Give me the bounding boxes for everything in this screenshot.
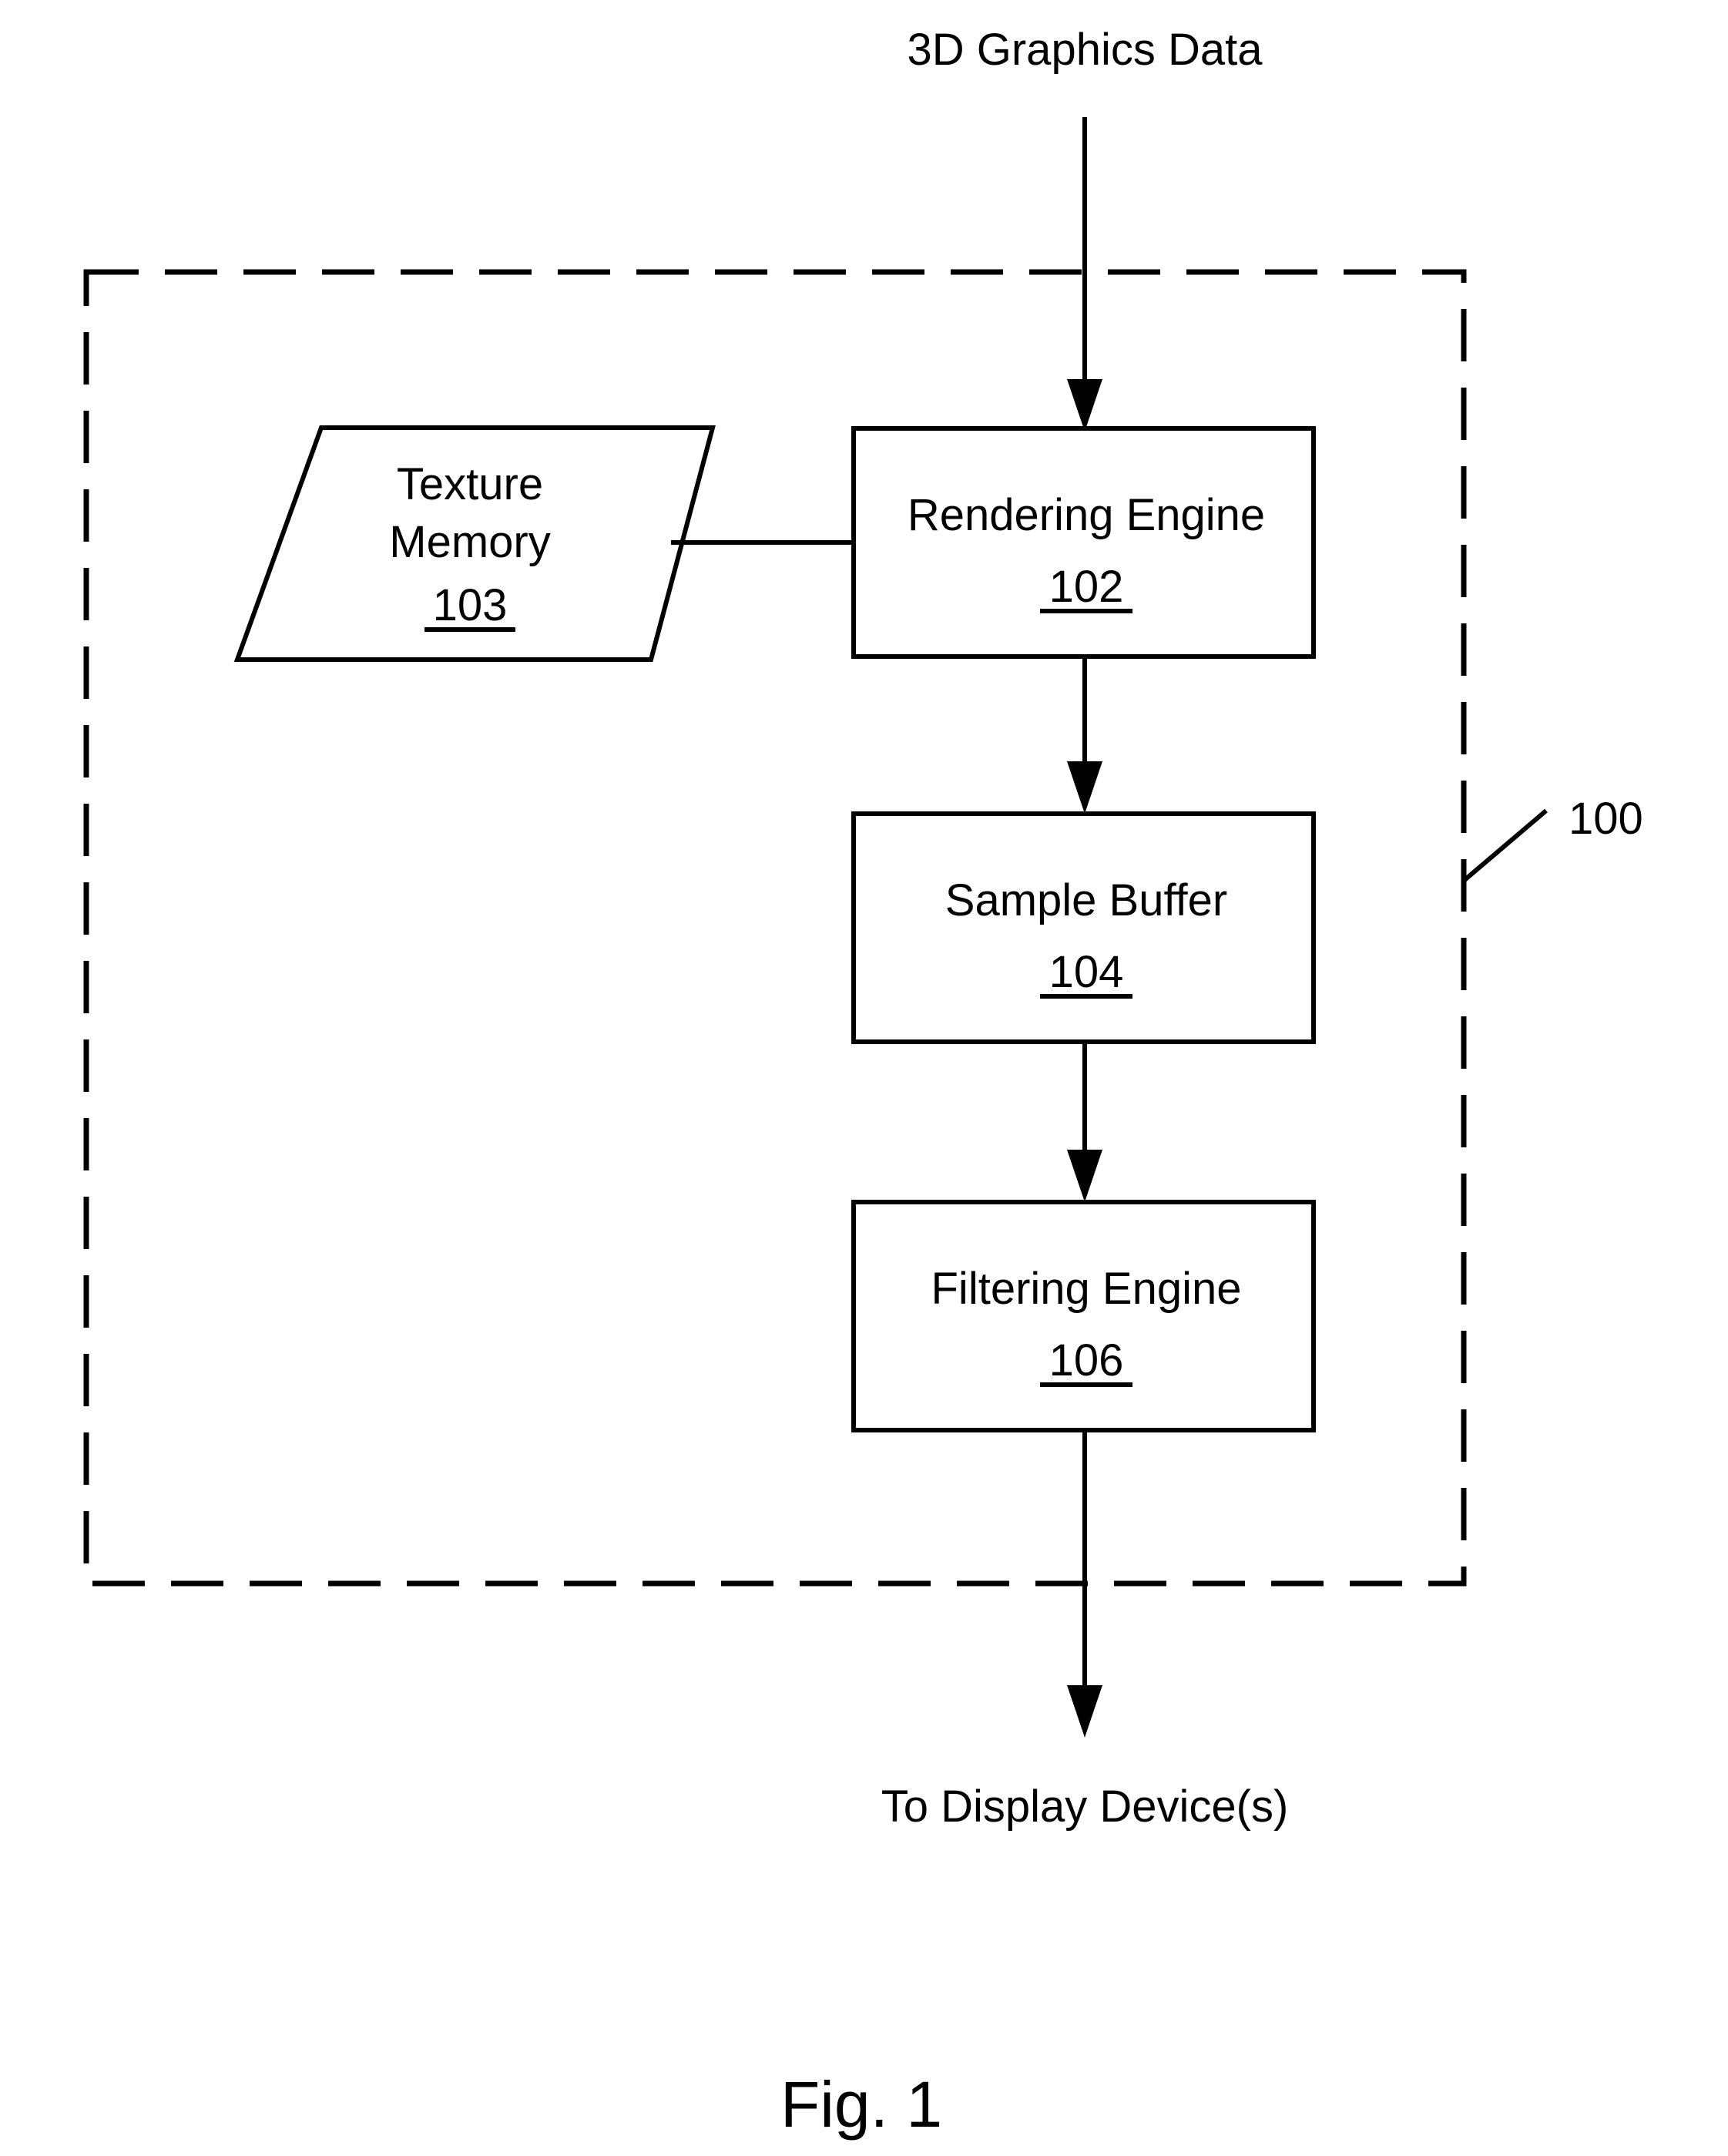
filtering-engine-ref: 106	[1049, 1335, 1124, 1385]
rendering-to-sample-arrow-head	[1067, 761, 1102, 814]
sample-to-filtering-arrow-head	[1067, 1150, 1102, 1202]
patent-figure-page: 3D Graphics Data Texture Memory 103 Rend…	[0, 0, 1728, 2156]
filtering-engine-box	[851, 1200, 1316, 1432]
rendering-engine-title: Rendering Engine	[908, 490, 1265, 540]
sample-buffer-box	[851, 811, 1316, 1044]
system-reference-label: 100	[1569, 794, 1643, 844]
reference-100-leader-line	[1462, 808, 1548, 883]
sample-buffer-ref: 104	[1049, 947, 1124, 997]
figure-canvas: 3D Graphics Data Texture Memory 103 Rend…	[83, 25, 1643, 2141]
sample-buffer-title: Sample Buffer	[945, 875, 1227, 925]
texture-memory-ref: 103	[433, 580, 508, 630]
rendering-engine-ref: 102	[1049, 562, 1124, 612]
texture-memory-title-line1: Texture	[397, 459, 543, 509]
input-arrow-head	[1067, 379, 1102, 432]
texture-memory-title-line2: Memory	[389, 517, 550, 567]
filtering-to-display-arrow-head	[1067, 1685, 1102, 1738]
input-flow-label: 3D Graphics Data	[908, 25, 1263, 75]
figure-caption: Fig. 1	[780, 2068, 942, 2141]
output-flow-label: To Display Device(s)	[881, 1782, 1289, 1832]
filtering-engine-title: Filtering Engine	[931, 1264, 1242, 1314]
rendering-engine-box	[851, 426, 1316, 659]
